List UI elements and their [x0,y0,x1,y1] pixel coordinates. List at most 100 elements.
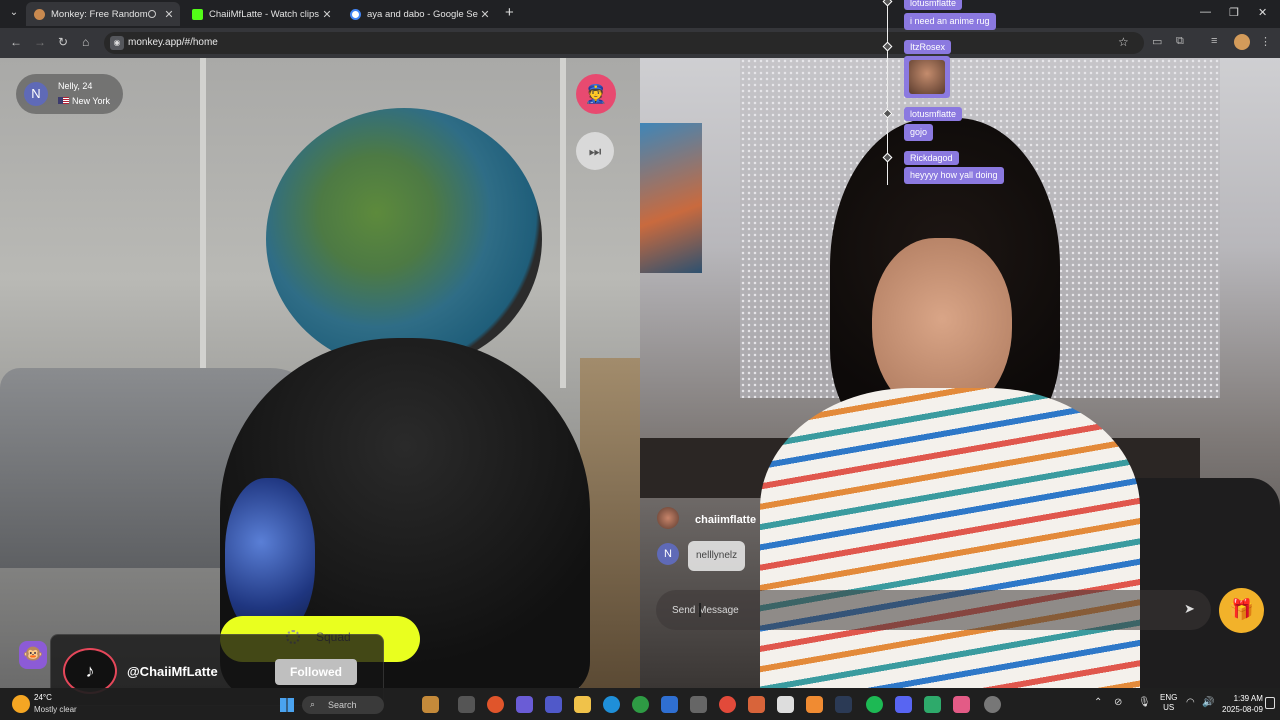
vs-code-icon[interactable] [661,696,678,713]
capcut-icon[interactable] [924,696,941,713]
spotify-icon[interactable] [866,696,883,713]
store-icon[interactable] [690,696,707,713]
striped-shirt [760,388,1140,688]
chat-username: Rickdagod [904,151,959,165]
chat-marker-icon [882,41,893,52]
steam-icon[interactable] [835,696,852,713]
wall-trim [560,58,566,388]
microphone-icon[interactable]: 🎙 [1138,697,1151,708]
chat-message: i need an anime rug [904,13,996,30]
obs-icon[interactable] [953,696,970,713]
send-icon[interactable]: ➤ [1184,601,1195,617]
send-message-input[interactable] [672,600,1152,620]
language-indicator[interactable]: ENG US [1160,693,1177,713]
photoshop-icon[interactable] [806,696,823,713]
monkey-app-icon[interactable]: 🐵 [19,641,47,669]
followed-button[interactable]: Followed [275,659,357,685]
teams-icon[interactable] [545,696,562,713]
tiktok-handle: @ChaiiMfLatte [127,664,218,679]
cat-widget-icon[interactable] [422,696,439,713]
recording-icon [148,10,156,18]
tray-overflow-icon[interactable]: ⌃ [1094,697,1102,708]
skip-icon: ⏭ [588,143,602,159]
android-studio-icon[interactable] [632,696,649,713]
extensions-icon[interactable]: ⧉ [1176,35,1184,48]
copilot-icon[interactable] [516,696,533,713]
message-composer: ➤ [656,590,1211,630]
text-cursor [699,603,701,617]
volume-icon[interactable]: 🔊 [1202,697,1214,708]
home-icon[interactable]: ⌂ [82,35,89,49]
tab-monkey[interactable]: Monkey: Free Random Vide ✕ [26,2,180,26]
tab-title: ChaiiMfLatte - Watch clips on K [209,8,320,20]
url-text[interactable]: monkey.app/#/home [128,37,218,48]
back-icon[interactable]: ← [10,35,22,49]
sender-name: chaiimflatte [695,514,757,526]
discord-icon[interactable] [895,696,912,713]
google-favicon-icon [350,8,361,20]
chat-username: lotusmflatte [904,107,963,121]
close-tab-icon[interactable]: ✕ [320,8,334,21]
bookmark-star-icon[interactable]: ☆ [1118,35,1129,49]
paint-icon[interactable] [748,696,765,713]
restore-icon[interactable]: ❐ [1229,6,1239,19]
new-tab-button[interactable]: + [505,4,514,21]
forward-icon[interactable]: → [34,35,46,49]
notepad-icon[interactable] [777,696,794,713]
media-controls-icon[interactable]: ≡ [1211,35,1217,47]
weather-temp: 24°C [34,693,52,702]
profile-avatar[interactable] [1234,34,1250,50]
tab-title: aya and dabo - Google Search [367,8,478,20]
taskbar-search[interactable]: ⌕ Search [302,696,384,714]
skip-next-button[interactable]: ⏭ [576,132,614,170]
tab-google[interactable]: aya and dabo - Google Search ✕ [342,2,496,26]
gift-button[interactable]: 🎁 [1219,588,1264,633]
lang-code: ENG [1160,693,1178,702]
clock-time: 1:39 AM [1233,694,1263,703]
avatar: N [24,82,48,106]
report-police-button[interactable]: 👮 [576,74,616,114]
stream-chat-overlay: lotusmflatte i need an anime rug ItzRose… [882,0,1043,190]
kick-favicon-icon [192,8,203,20]
partner-location: New York [58,96,110,106]
tab-search-button[interactable]: ⌄ [6,5,22,21]
chat-username: ItzRosex [904,40,952,54]
tab-kick[interactable]: ChaiiMfLatte - Watch clips on K ✕ [184,2,338,26]
file-explorer-icon[interactable] [574,696,591,713]
close-tab-icon[interactable]: ✕ [162,8,176,21]
emote-image [909,60,945,94]
avatar: N [657,543,679,565]
site-info-icon[interactable]: ◉ [110,36,124,50]
wifi-icon[interactable]: ◠ [1186,697,1195,708]
monkey-favicon-icon [34,8,45,20]
chat-image [904,56,950,98]
settings-gear-icon[interactable] [984,696,1001,713]
weather-icon[interactable] [12,695,30,713]
menu-kebab-icon[interactable]: ⋮ [1260,35,1271,48]
brave-icon[interactable] [487,696,504,713]
chat-message: gojo [904,124,934,141]
us-flag-icon [58,97,69,104]
police-icon: 👮 [584,84,608,104]
system-clock[interactable]: 1:39 AM 2025-08-09 [1222,693,1263,715]
tab-cast-icon[interactable]: ▭ [1152,35,1162,48]
tab-strip: ⌄ Monkey: Free Random Vide ✕ ChaiiMfLatt… [0,0,1280,28]
windows-start-icon[interactable] [280,698,294,712]
minimize-icon[interactable]: — [1200,6,1211,18]
chat-marker-icon [882,108,893,119]
task-view-icon[interactable] [458,696,475,713]
location-text: New York [72,96,111,106]
partner-name: Nelly, 24 [58,81,93,91]
window-close-icon[interactable]: ✕ [1258,6,1267,19]
edge-icon[interactable] [603,696,620,713]
network-off-icon[interactable]: ⊘ [1114,697,1122,708]
reload-icon[interactable]: ↻ [58,35,68,49]
region-code: US [1163,703,1175,712]
partner-badge[interactable]: N Nelly, 24 New York [16,74,123,114]
globe-rug [266,108,542,370]
chrome-icon[interactable] [719,696,736,713]
headphones [225,478,315,638]
gift-icon: 🎁 [1229,599,1254,621]
close-tab-icon[interactable]: ✕ [478,8,492,21]
notifications-icon[interactable] [1265,697,1275,709]
